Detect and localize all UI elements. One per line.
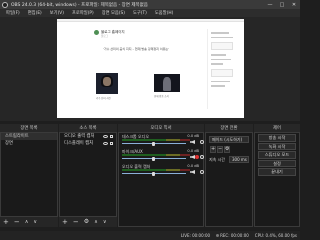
audio-mixer-dock: 오디오 믹서 데스크톱 오디오 0.0 dB 마이크/AUX 0.0 dB 오디… (118, 124, 204, 227)
mixer-channels: 데스크톱 오디오 0.0 dB 마이크/AUX 0.0 dB 오디오 출력 캡처 (118, 133, 204, 227)
studio-mode-button[interactable]: 스튜디오 모드 (258, 151, 296, 159)
remove-icon[interactable]: − (14, 217, 20, 227)
volume-slider-handle[interactable] (152, 171, 155, 176)
transitions-dock: 장면 전환 페이드 (시도하기) + − ⚙ 지속 시간 300 ms (205, 124, 253, 227)
window-title: OBS 24.0.3 (64-bit, windows) - 프로파일: 제목없… (11, 2, 148, 8)
lock-icon[interactable] (110, 142, 113, 145)
menu-help[interactable]: 도움말(H) (151, 10, 177, 16)
settings-button[interactable]: 설정 (258, 159, 296, 167)
article-image-left (96, 73, 118, 94)
volume-meter (122, 154, 190, 156)
menu-view[interactable]: 보기(V) (46, 10, 68, 16)
source-label: 오디오 출력 캡처 (64, 134, 95, 139)
channel-db: 0.0 dB (187, 149, 199, 153)
source-label: 디스플레이 캡처 (64, 141, 94, 146)
scenes-header: 장면 목록 (0, 124, 58, 133)
controls-dock: 제어 방송 시작 녹화 시작 스튜디오 모드 설정 끝내기 (254, 124, 300, 227)
transition-type-select[interactable]: 페이드 (시도하기) (209, 136, 249, 143)
channel-db: 0.0 dB (187, 134, 199, 138)
live-status: LIVE: 00:00:00 (180, 233, 211, 238)
rec-status: REC: 00:00:00 (220, 233, 249, 238)
mixer-header: 오디오 믹서 (118, 124, 204, 133)
article-image-right (154, 74, 180, 92)
gear-icon[interactable] (200, 140, 204, 144)
caption-left: 가수 선미 사진 (96, 97, 111, 100)
menu-bar: 파일(F) 편집(E) 보기(V) 프로파일(P) 장면 모음(S) 도구(T)… (0, 9, 300, 17)
mixer-channel: 오디오 출력 캡처 0.0 dB (122, 164, 204, 178)
sources-header: 소스 목록 (59, 124, 117, 133)
menu-scene-collection[interactable]: 장면 모음(S) (98, 10, 129, 16)
article-headline: '가수 선미의 공식 지지 – 현재 방송 강제정지 이유는' (103, 47, 169, 51)
menu-profile[interactable]: 프로파일(P) (68, 10, 98, 16)
add-icon[interactable]: + (62, 217, 68, 227)
arrow-down-icon[interactable]: ∨ (103, 217, 107, 227)
transitions-header: 장면 전환 (205, 124, 253, 133)
rec-status-wrap: REC: 00:00:00 (216, 233, 249, 238)
exit-button[interactable]: 끝내기 (258, 168, 296, 176)
start-streaming-button[interactable]: 방송 시작 (258, 134, 296, 142)
menu-tools[interactable]: 도구(T) (129, 10, 151, 16)
mixer-channel: 데스크톱 오디오 0.0 dB (122, 134, 204, 148)
remove-icon[interactable]: − (73, 217, 79, 227)
menu-edit[interactable]: 편집(E) (24, 10, 46, 16)
volume-meter (122, 169, 190, 171)
speaker-icon[interactable] (190, 170, 195, 174)
volume-meter (122, 139, 190, 141)
cpu-status: CPU: 0.4%, 60.00 fps (254, 233, 297, 238)
source-item[interactable]: 오디오 출력 캡처 (60, 133, 116, 140)
minimize-button[interactable]: — (264, 0, 276, 9)
scenes-dock: 장면 목록 스트림라이트 장면 + − ∧ ∨ (0, 124, 58, 227)
remove-transition-button[interactable]: − (217, 146, 223, 153)
sources-dock: 소스 목록 오디오 출력 캡처 디스플레이 캡처 + − ⚙ ∧ ∨ (59, 124, 117, 227)
preview-area[interactable]: 블로그 홈페이지 블로그 '가수 선미의 공식 지지 – 현재 방송 강제정지 … (0, 17, 300, 121)
add-transition-button[interactable]: + (210, 146, 216, 153)
controls-body: 방송 시작 녹화 시작 스튜디오 모드 설정 끝내기 (254, 133, 300, 227)
browser-bar (57, 19, 244, 22)
arrow-down-icon[interactable]: ∨ (33, 217, 37, 227)
gear-icon[interactable]: ⚙ (84, 217, 89, 227)
rec-icon (216, 234, 220, 237)
maximize-button[interactable]: □ (276, 0, 288, 9)
volume-slider-handle[interactable] (152, 156, 155, 161)
close-button[interactable]: ✕ (288, 0, 300, 9)
sources-list: 오디오 출력 캡처 디스플레이 캡처 (59, 133, 117, 217)
duration-label: 지속 시간 (209, 156, 225, 162)
volume-slider-handle[interactable] (152, 141, 155, 146)
mixer-channel: 마이크/AUX 0.0 dB (122, 149, 204, 163)
eye-icon[interactable] (103, 142, 108, 145)
gear-icon[interactable]: ⚙ (224, 146, 230, 153)
arrow-up-icon[interactable]: ∧ (25, 217, 29, 227)
duration-input[interactable]: 300 ms (229, 156, 249, 163)
transitions-body: 페이드 (시도하기) + − ⚙ 지속 시간 300 ms (205, 133, 253, 227)
source-item[interactable]: 디스플레이 캡처 (60, 140, 116, 147)
dock-area: 장면 목록 스트림라이트 장면 + − ∧ ∨ 소스 목록 오디오 출력 캡처 … (0, 121, 300, 231)
channel-db: 0.0 dB (187, 164, 199, 168)
gear-icon[interactable] (200, 170, 204, 174)
obs-logo-icon (2, 1, 8, 8)
scene-item[interactable]: 장면 (1, 140, 57, 147)
page-sidebar (207, 29, 237, 109)
gear-icon[interactable] (200, 155, 204, 159)
lock-icon[interactable] (110, 135, 113, 138)
speaker-icon[interactable] (190, 140, 195, 144)
add-icon[interactable]: + (3, 217, 9, 227)
menu-file[interactable]: 파일(F) (2, 10, 24, 16)
site-logo-icon (94, 30, 99, 35)
start-recording-button[interactable]: 녹화 시작 (258, 142, 296, 150)
scene-item[interactable]: 스트림라이트 (1, 133, 57, 140)
preview-canvas[interactable]: 블로그 홈페이지 블로그 '가수 선미의 공식 지지 – 현재 방송 강제정지 … (57, 19, 244, 118)
arrow-up-icon[interactable]: ∧ (94, 217, 98, 227)
site-subtitle: 블로그 (101, 35, 109, 38)
status-bar: LIVE: 00:00:00 REC: 00:00:00 CPU: 0.4%, … (0, 231, 300, 240)
title-bar: OBS 24.0.3 (64-bit, windows) - 프로파일: 제목없… (0, 0, 300, 9)
controls-header: 제어 (254, 124, 300, 133)
caption-right: 현재 방송 소식 (154, 95, 169, 98)
muted-icon[interactable] (195, 155, 199, 159)
scenes-list: 스트림라이트 장면 (0, 133, 58, 217)
eye-icon[interactable] (103, 135, 108, 138)
